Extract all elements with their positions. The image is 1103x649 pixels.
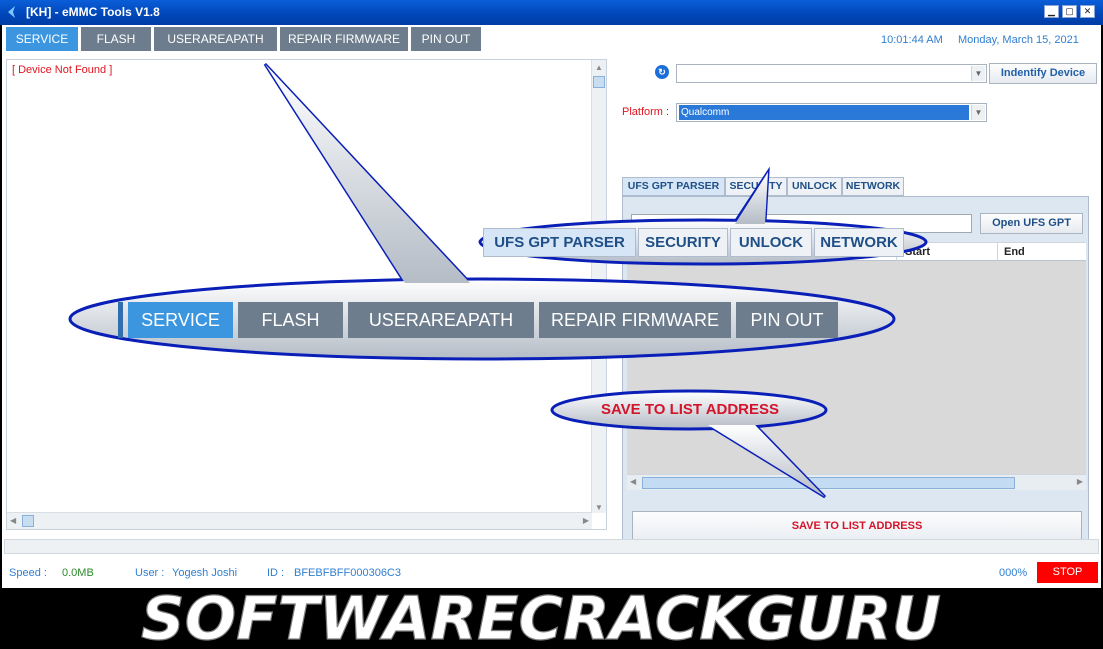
menu-userareapath-button[interactable]: USERAREAPATH (154, 27, 277, 51)
progress-percent: 000% (999, 567, 1028, 579)
title-bar: [KH] - eMMC Tools V1.8 ▁ ▢ ✕ (0, 0, 1103, 25)
log-vertical-scrollbar[interactable]: ▲ ▼ (591, 60, 606, 513)
partition-table[interactable]: Start End ◀ ▶ (627, 242, 1086, 490)
menu-pin-out-button[interactable]: PIN OUT (411, 27, 481, 51)
progress-bar (4, 539, 1099, 554)
scroll-down-icon[interactable]: ▼ (595, 503, 603, 512)
speed-value: 0.0MB (62, 567, 94, 579)
tab-network[interactable]: NETWORK (842, 177, 904, 196)
watermark-banner: SOFTWARECRACKGURU (0, 588, 1103, 649)
table-horizontal-scrollbar[interactable]: ◀ ▶ (627, 474, 1086, 490)
tab-security[interactable]: SECURITY (725, 177, 787, 196)
column-end[interactable]: End (1004, 246, 1025, 258)
chevron-down-icon[interactable]: ▼ (971, 105, 985, 120)
id-value: BFEBFBFF000306C3 (294, 567, 401, 579)
tab-ufs-gpt-parser[interactable]: UFS GPT PARSER (622, 177, 725, 196)
main-window: SERVICE FLASH USERAREAPATH REPAIR FIRMWA… (2, 25, 1101, 588)
close-button[interactable]: ✕ (1080, 5, 1095, 18)
platform-label: Platform : (622, 106, 670, 118)
scroll-up-icon[interactable]: ▲ (595, 63, 603, 72)
column-separator (896, 243, 897, 261)
scroll-thumb[interactable] (593, 76, 605, 88)
chevron-down-icon[interactable]: ▼ (971, 66, 985, 81)
watermark-text: SOFTWARECRACKGURU (141, 588, 941, 649)
clock-time: 10:01:44 AM (881, 34, 943, 46)
menu-flash-button[interactable]: FLASH (81, 27, 151, 51)
speed-label: Speed : (9, 567, 47, 579)
stop-button[interactable]: STOP (1037, 562, 1098, 583)
identify-device-button[interactable]: Indentify Device (989, 63, 1097, 84)
ufs-file-input[interactable] (631, 214, 972, 233)
scroll-right-icon[interactable]: ▶ (583, 516, 589, 525)
watermark-text-graphic: SOFTWARECRACKGURU (140, 588, 941, 649)
maximize-button[interactable]: ▢ (1062, 5, 1077, 18)
minimize-button[interactable]: ▁ (1044, 5, 1059, 18)
app-logo-icon (8, 6, 15, 18)
device-combo[interactable]: ▼ (676, 64, 987, 83)
column-separator (997, 243, 998, 261)
ufs-gpt-panel: Open UFS GPT Start End ◀ ▶ SAVE TO LIST … (622, 196, 1089, 548)
scroll-right-icon[interactable]: ▶ (1077, 477, 1083, 486)
open-ufs-gpt-button[interactable]: Open UFS GPT (980, 213, 1083, 234)
id-label: ID : (267, 567, 285, 579)
scroll-thumb[interactable] (642, 477, 1015, 489)
log-pane[interactable]: [ Device Not Found ] ▲ ▼ ◀ ▶ (6, 59, 607, 530)
platform-select-value: Qualcomm (679, 105, 969, 120)
log-horizontal-scrollbar[interactable]: ◀ ▶ (7, 512, 592, 529)
log-message: [ Device Not Found ] (12, 64, 113, 76)
user-value: Yogesh Joshi (172, 567, 238, 579)
menu-repair-firmware-button[interactable]: REPAIR FIRMWARE (280, 27, 408, 51)
device-icon: ↻ (655, 65, 669, 79)
tab-unlock[interactable]: UNLOCK (787, 177, 842, 196)
column-start[interactable]: Start (905, 246, 930, 258)
scroll-left-icon[interactable]: ◀ (10, 516, 16, 525)
table-header: Start End (627, 243, 1086, 261)
window-title: [KH] - eMMC Tools V1.8 (26, 5, 160, 19)
scroll-thumb[interactable] (22, 515, 34, 527)
platform-select[interactable]: Qualcomm ▼ (676, 103, 987, 122)
scroll-left-icon[interactable]: ◀ (630, 477, 636, 486)
menu-service-button[interactable]: SERVICE (6, 27, 78, 51)
clock-date: Monday, March 15, 2021 (958, 34, 1079, 46)
user-label: User : (135, 567, 165, 579)
save-to-list-address-button[interactable]: SAVE TO LIST ADDRESS (632, 511, 1082, 542)
right-panel: ↻ ▼ Indentify Device Platform : Qualcomm… (617, 59, 1097, 548)
